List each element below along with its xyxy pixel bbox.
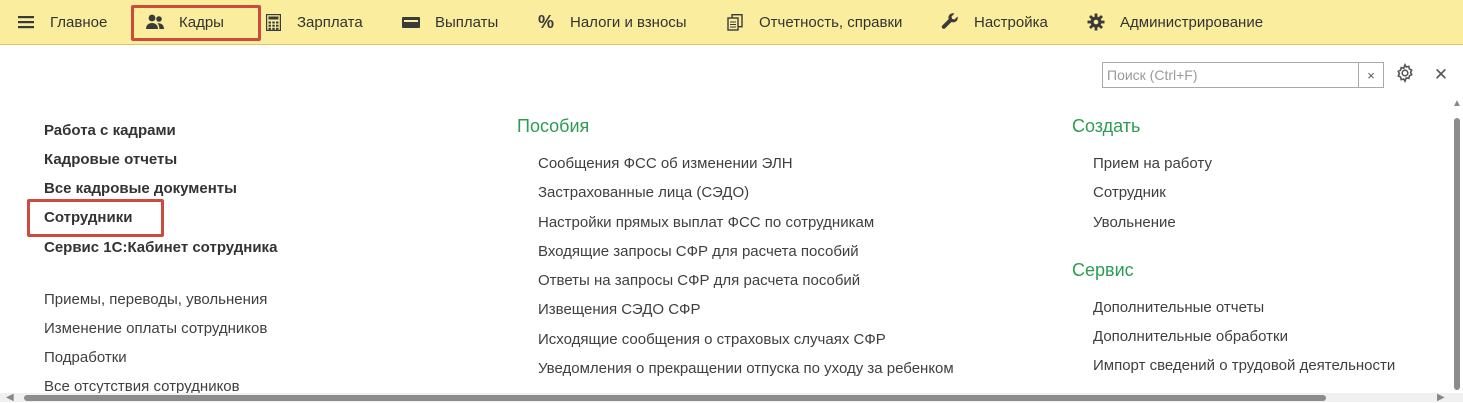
calculator-icon	[263, 12, 283, 32]
gear-icon	[1086, 12, 1106, 32]
percent-icon: %	[537, 11, 554, 32]
main-menu-bar: Главное Кадры Зарплата Выплаты % Налоги …	[0, 0, 1463, 45]
list-item[interactable]: Застрахованные лица (СЭДО)	[538, 184, 749, 201]
search-box: ×	[1102, 62, 1384, 88]
hamburger-icon	[16, 12, 36, 32]
menu-item-label: Администрирование	[1120, 13, 1264, 31]
menu-item-label: Отчетность, справки	[759, 13, 903, 31]
link-create-hiring[interactable]: Прием на работу	[1093, 155, 1212, 172]
menu-item-label: Налоги и взносы	[570, 13, 687, 31]
link-hires-transfers-dismissals[interactable]: Приемы, переводы, увольнения	[44, 291, 267, 308]
link-create-dismissal[interactable]: Увольнение	[1093, 214, 1176, 231]
link-personnel-work[interactable]: Работа с кадрами	[44, 122, 176, 139]
section-title-create: Создать	[1072, 116, 1141, 136]
menu-item-settings[interactable]: Настройка	[940, 0, 1048, 44]
link-additional-reports[interactable]: Дополнительные отчеты	[1093, 299, 1264, 316]
link-salary-changes[interactable]: Изменение оплаты сотрудников	[44, 320, 267, 337]
search-clear-button[interactable]: ×	[1358, 63, 1383, 87]
menu-item-administration[interactable]: Администрирование	[1086, 0, 1263, 44]
link-all-personnel-documents[interactable]: Все кадровые документы	[44, 180, 237, 197]
employees-highlight-frame	[27, 199, 164, 237]
menu-item-label: Выплаты	[435, 13, 499, 31]
search-input[interactable]	[1103, 63, 1366, 87]
link-create-employee[interactable]: Сотрудник	[1093, 184, 1166, 201]
scroll-right-arrow[interactable]: ▶	[1437, 392, 1445, 403]
menu-item-payments[interactable]: Выплаты	[401, 0, 498, 44]
gear-icon	[1395, 62, 1415, 88]
menu-item-label: Главное	[50, 13, 108, 31]
scroll-up-arrow[interactable]: ▲	[1452, 98, 1462, 109]
scroll-left-arrow[interactable]: ◀	[6, 392, 14, 403]
horizontal-scrollbar-thumb[interactable]	[24, 395, 1326, 401]
wrench-icon	[940, 12, 960, 32]
close-button[interactable]: ✕	[1430, 64, 1452, 86]
menu-item-reports[interactable]: Отчетность, справки	[725, 0, 902, 44]
list-item[interactable]: Сообщения ФСС об изменении ЭЛН	[538, 155, 793, 172]
close-icon: ✕	[1433, 65, 1449, 84]
link-import-labor-activity[interactable]: Импорт сведений о трудовой деятельности	[1093, 357, 1395, 374]
menu-item-main[interactable]: Главное	[16, 0, 107, 44]
list-item[interactable]: Настройки прямых выплат ФСС по сотрудник…	[538, 214, 874, 231]
menu-item-salary[interactable]: Зарплата	[263, 0, 363, 44]
list-item[interactable]: Ответы на запросы СФР для расчета пособи…	[538, 272, 860, 289]
link-additional-processing[interactable]: Дополнительные обработки	[1093, 328, 1288, 345]
link-part-time-jobs[interactable]: Подработки	[44, 349, 127, 366]
menu-item-label: Настройка	[974, 13, 1048, 31]
link-employee-cabinet-service[interactable]: Сервис 1С:Кабинет сотрудника	[44, 239, 277, 256]
list-item[interactable]: Извещения СЭДО СФР	[538, 301, 700, 318]
settings-gear-button[interactable]	[1394, 62, 1416, 88]
wallet-icon	[401, 12, 421, 32]
menu-item-taxes[interactable]: % Налоги и взносы	[536, 0, 687, 44]
menu-highlight-frame	[131, 5, 261, 41]
documents-icon	[725, 12, 745, 32]
section-title-benefits: Пособия	[517, 116, 590, 136]
list-item[interactable]: Исходящие сообщения о страховых случаях …	[538, 331, 886, 348]
section-title-service: Сервис	[1072, 260, 1134, 280]
vertical-scrollbar-thumb[interactable]	[1454, 118, 1460, 390]
link-personnel-reports[interactable]: Кадровые отчеты	[44, 151, 177, 168]
menu-item-label: Зарплата	[297, 13, 363, 31]
list-item[interactable]: Уведомления о прекращении отпуска по ухо…	[538, 360, 954, 377]
list-item[interactable]: Входящие запросы СФР для расчета пособий	[538, 243, 859, 260]
